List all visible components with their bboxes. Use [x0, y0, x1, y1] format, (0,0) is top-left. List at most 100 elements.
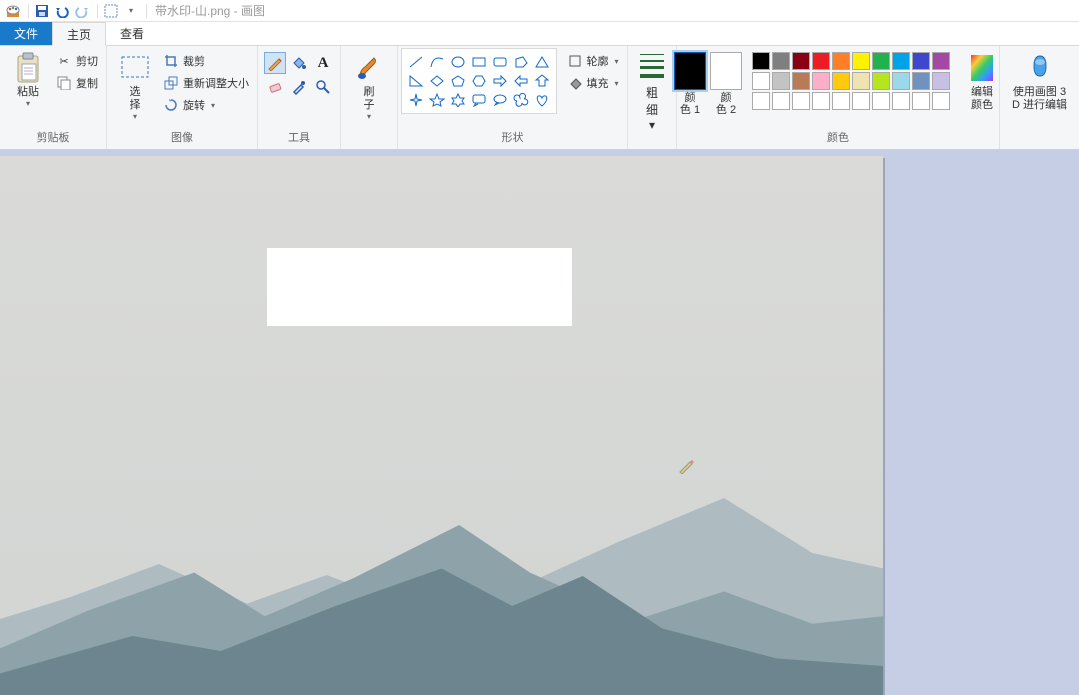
fill-icon [567, 75, 583, 91]
swatch[interactable] [912, 72, 930, 90]
swatch[interactable] [752, 72, 770, 90]
chevron-down-icon: ▾ [211, 101, 215, 110]
brushes-button[interactable]: 刷 子 ▾ [347, 48, 391, 125]
qat-select-icon[interactable] [102, 2, 120, 20]
resize-button[interactable]: 重新调整大小 [161, 74, 251, 92]
color1-well[interactable] [674, 52, 706, 90]
select-button[interactable]: 选 择 ▾ [113, 48, 157, 125]
swatch[interactable] [792, 92, 810, 110]
shape-star6[interactable] [448, 91, 468, 109]
undo-icon[interactable] [53, 2, 71, 20]
color2-well[interactable] [710, 52, 742, 90]
shape-star4[interactable] [406, 91, 426, 109]
crop-icon [163, 53, 179, 69]
shape-arrow-u[interactable] [532, 72, 552, 90]
shape-diamond[interactable] [427, 72, 447, 90]
swatch[interactable] [832, 52, 850, 70]
swatch[interactable] [912, 92, 930, 110]
shape-star5[interactable] [427, 91, 447, 109]
swatch[interactable] [812, 92, 830, 110]
swatch[interactable] [872, 72, 890, 90]
swatch[interactable] [792, 72, 810, 90]
swatch[interactable] [892, 92, 910, 110]
swatch[interactable] [772, 52, 790, 70]
outline-button[interactable]: 轮廓 ▾ [565, 52, 621, 70]
shape-arrow-r[interactable] [490, 72, 510, 90]
rotate-icon [163, 97, 179, 113]
shape-pentagon[interactable] [448, 72, 468, 90]
magnifier-tool[interactable] [312, 76, 334, 98]
swatch[interactable] [812, 52, 830, 70]
swatch[interactable] [852, 72, 870, 90]
swatch[interactable] [852, 52, 870, 70]
size-button[interactable]: 粗 细 ▾ [634, 48, 670, 136]
text-tool[interactable]: A [312, 52, 334, 74]
chevron-down-icon: ▾ [133, 112, 137, 121]
chevron-down-icon: ▾ [615, 79, 619, 88]
cut-button[interactable]: ✂ 剪切 [54, 52, 100, 70]
pencil-tool[interactable] [264, 52, 286, 74]
swatch[interactable] [932, 72, 950, 90]
workspace[interactable] [0, 150, 1079, 695]
edit-colors-button[interactable]: 编辑 颜色 [960, 48, 1004, 116]
group-paint3d: 使用画图 3 D 进行编辑 [1000, 46, 1079, 149]
swatch[interactable] [872, 92, 890, 110]
fill-button[interactable]: 填充 ▾ [565, 74, 621, 92]
clipboard-icon [12, 52, 44, 84]
shape-callout-cloud[interactable] [511, 91, 531, 109]
fill-tool[interactable] [288, 52, 310, 74]
group-size: 粗 细 ▾ [628, 46, 677, 149]
shape-gallery[interactable] [401, 48, 557, 114]
shape-heart[interactable] [532, 91, 552, 109]
swatch[interactable] [772, 92, 790, 110]
swatch[interactable] [912, 52, 930, 70]
swatch[interactable] [832, 92, 850, 110]
paint3d-button[interactable]: 使用画图 3 D 进行编辑 [1006, 48, 1073, 116]
shape-callout-rect[interactable] [469, 91, 489, 109]
shape-arrow-l[interactable] [511, 72, 531, 90]
swatch[interactable] [752, 52, 770, 70]
tab-bar: 文件 主页 查看 [0, 22, 1079, 46]
shape-hexagon [469, 72, 489, 90]
shape-polygon[interactable] [511, 53, 531, 71]
redo-icon[interactable] [73, 2, 91, 20]
chevron-down-icon: ▾ [615, 57, 619, 66]
swatch[interactable] [792, 52, 810, 70]
shape-roundrect[interactable] [490, 53, 510, 71]
swatch[interactable] [892, 72, 910, 90]
paste-button[interactable]: 粘贴 ▾ [6, 48, 50, 112]
rotate-button[interactable]: 旋转 ▾ [161, 96, 251, 114]
tab-file[interactable]: 文件 [0, 22, 52, 45]
shape-triangle[interactable] [532, 53, 552, 71]
swatch[interactable] [772, 72, 790, 90]
copy-button[interactable]: 复制 [54, 74, 100, 92]
shape-oval[interactable] [448, 53, 468, 71]
ribbon: 粘贴 ▾ ✂ 剪切 复制 剪贴板 [0, 46, 1079, 150]
swatch[interactable] [932, 92, 950, 110]
shape-curve[interactable] [427, 53, 447, 71]
window-title: 带水印-山.png - 画图 [155, 2, 265, 19]
white-rectangle [267, 248, 572, 326]
swatch[interactable] [932, 52, 950, 70]
shape-rect[interactable] [469, 53, 489, 71]
shape-callout-oval[interactable] [490, 91, 510, 109]
group-tools: A 工具 [258, 46, 341, 149]
swatch[interactable] [852, 92, 870, 110]
tab-view[interactable]: 查看 [106, 22, 158, 45]
picker-tool[interactable] [288, 76, 310, 98]
chevron-down-icon: ▾ [367, 112, 371, 121]
swatch[interactable] [812, 72, 830, 90]
swatch[interactable] [872, 52, 890, 70]
crop-button[interactable]: 裁剪 [161, 52, 251, 70]
swatch[interactable] [832, 72, 850, 90]
swatch[interactable] [892, 52, 910, 70]
qat-dropdown-icon[interactable]: ▾ [122, 2, 140, 20]
eraser-tool[interactable] [264, 76, 286, 98]
tab-home[interactable]: 主页 [52, 22, 106, 46]
shape-line[interactable] [406, 53, 426, 71]
save-icon[interactable] [33, 2, 51, 20]
canvas[interactable] [0, 156, 883, 695]
shape-rtriangle[interactable] [406, 72, 426, 90]
resize-icon [163, 75, 179, 91]
swatch[interactable] [752, 92, 770, 110]
